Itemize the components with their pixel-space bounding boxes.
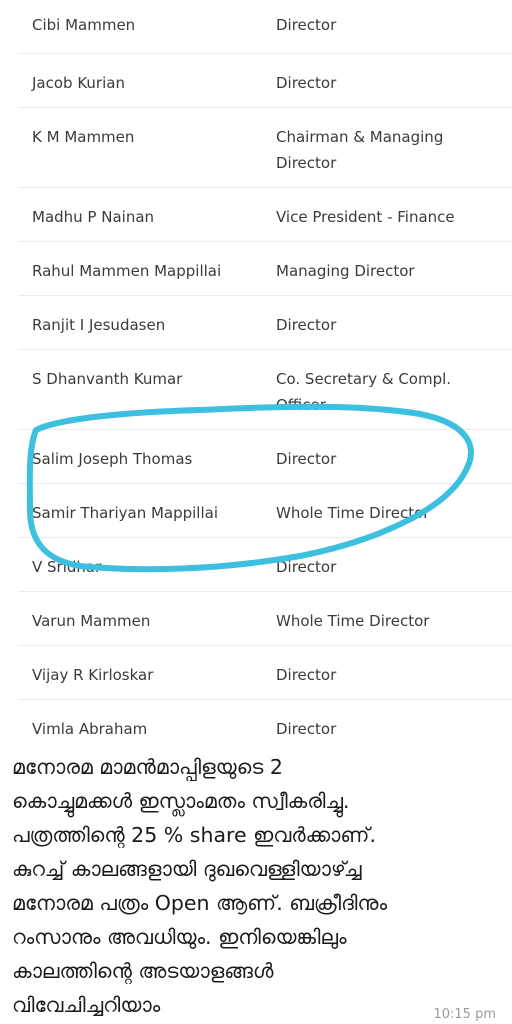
table-row: Salim Joseph Thomas Director: [18, 430, 512, 484]
director-name: Vimla Abraham: [32, 720, 148, 738]
table-row: Madhu P Nainan Vice President - Finance: [18, 188, 512, 242]
table-row: Vijay R Kirloskar Director: [18, 646, 512, 700]
message-timestamp: 10:15 pm: [433, 1007, 496, 1022]
director-role: Whole Time Director: [276, 612, 430, 630]
director-role: Director: [276, 16, 337, 34]
message-line: കുറച്ച് കാലങ്ങളായി ദുഖവെള്ളിയാഴ്ച്ച: [12, 857, 362, 881]
table-row: Ranjit I Jesudasen Director: [18, 296, 512, 350]
director-name: Cibi Mammen: [32, 16, 136, 34]
director-role: Director: [276, 558, 337, 576]
table-row: Vimla Abraham Director: [18, 700, 512, 754]
message-line: മനോരമ മാമൻമാപ്പിളയുടെ 2: [12, 755, 283, 779]
director-role: Director: [276, 666, 337, 684]
director-role: Chairman & Managing Director: [276, 128, 444, 172]
message-line: റംസാനും അവധിയും. ഇനിയെങ്കിലും: [12, 925, 347, 949]
table-row: Samir Thariyan Mappillai Whole Time Dire…: [18, 484, 512, 538]
table-row: Varun Mammen Whole Time Director: [18, 592, 512, 646]
chat-message: മനോരമ മാമൻമാപ്പിളയുടെ 2 കൊച്ചുമക്കൾ ഇസ്ല…: [12, 750, 502, 1022]
director-name: K M Mammen: [32, 128, 135, 146]
table-row: S Dhanvanth Kumar Co. Secretary & Compl.…: [18, 350, 512, 430]
table-row: Cibi Mammen Director: [18, 0, 512, 54]
message-line: കാലത്തിന്റെ അടയാളങ്ങൾ: [12, 959, 274, 983]
table-row: V Sridhar Director: [18, 538, 512, 592]
director-role: Vice President - Finance: [276, 208, 455, 226]
director-name: V Sridhar: [32, 558, 102, 576]
table-row: Rahul Mammen Mappillai Managing Director: [18, 242, 512, 296]
director-name: Rahul Mammen Mappillai: [32, 262, 222, 280]
director-role: Director: [276, 450, 337, 468]
table-row: Jacob Kurian Director: [18, 54, 512, 108]
director-role: Co. Secretary & Compl. Officer: [276, 370, 452, 414]
director-name: Jacob Kurian: [32, 74, 125, 92]
board-of-directors-table: Cibi Mammen Director Jacob Kurian Direct…: [18, 0, 512, 754]
director-role: Director: [276, 316, 337, 334]
message-line: കൊച്ചുമക്കൾ ഇസ്ലാംമതം സ്വീകരിച്ചു.: [12, 789, 350, 813]
director-role: Director: [276, 74, 337, 92]
director-role: Managing Director: [276, 262, 415, 280]
table-row: K M Mammen Chairman & Managing Director: [18, 108, 512, 188]
message-line: പത്രത്തിന്റെ 25 % share ഇവർക്കാണ്.: [12, 823, 376, 847]
director-name: Madhu P Nainan: [32, 208, 155, 226]
message-line: മനോരമ പത്രം Open ആണ്. ബക്രീദിനും: [12, 891, 388, 915]
director-name: Vijay R Kirloskar: [32, 666, 154, 684]
director-name: S Dhanvanth Kumar: [32, 370, 183, 388]
director-name: Salim Joseph Thomas: [32, 450, 193, 468]
director-name: Varun Mammen: [32, 612, 151, 630]
message-line: വിവേചിച്ചറിയാം: [12, 993, 161, 1017]
director-name: Ranjit I Jesudasen: [32, 316, 166, 334]
director-role: Whole Time Director: [276, 504, 430, 522]
director-role: Director: [276, 720, 337, 738]
director-name: Samir Thariyan Mappillai: [32, 504, 219, 522]
